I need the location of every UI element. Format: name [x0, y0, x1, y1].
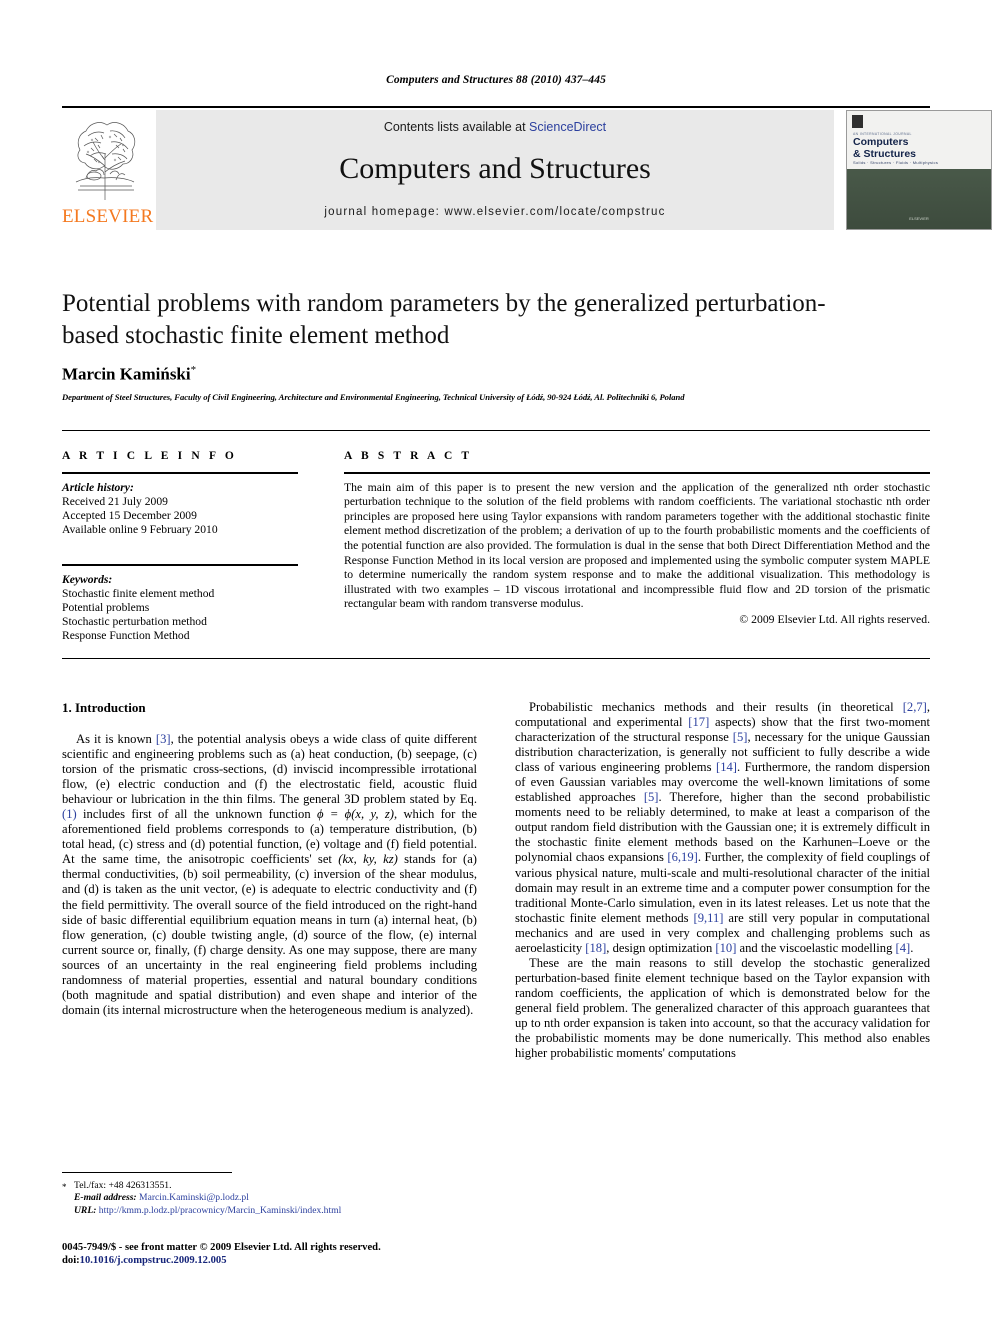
body-column-right: Probabilistic mechanics methods and thei… — [515, 700, 930, 1061]
abstract-text: The main aim of this paper is to present… — [344, 480, 930, 611]
keyword-item: Stochastic perturbation method — [62, 615, 207, 629]
sciencedirect-link[interactable]: ScienceDirect — [529, 120, 606, 134]
footnote-tel: Tel./fax: +48 426313551. — [74, 1180, 172, 1191]
abstract-column: A B S T R A C T The main aim of this pap… — [344, 450, 930, 626]
rp-k: . — [910, 940, 914, 955]
rp-a: Probabilistic mechanics methods and thei… — [529, 700, 903, 714]
equation-ref[interactable]: (1) — [62, 807, 77, 821]
citation-ref[interactable]: [2,7] — [903, 700, 927, 714]
url-link[interactable]: http://kmm.p.lodz.pl/pracownicy/Marcin_K… — [99, 1205, 341, 1216]
history-accepted: Accepted 15 December 2009 — [62, 508, 197, 522]
footnote-url-line: URL: http://kmm.p.lodz.pl/pracownicy/Mar… — [74, 1205, 482, 1217]
page-title: Potential problems with random parameter… — [62, 290, 826, 349]
cover-subtitle: Solids · Structures · Fluids · Multiphys… — [853, 160, 939, 165]
journal-masthead: ELSEVIER Contents lists available at Sci… — [62, 106, 992, 230]
intro-paragraph-left: As it is known [3], the potential analys… — [62, 732, 477, 1018]
citation-ref[interactable]: [6,19] — [667, 850, 697, 864]
citation-ref[interactable]: [18] — [585, 941, 606, 955]
citation-ref[interactable]: [10] — [715, 941, 736, 955]
keywords-rule — [62, 564, 298, 566]
doi-value[interactable]: 10.1016/j.compstruc.2009.12.005 — [80, 1255, 227, 1266]
footnote-rule — [62, 1172, 232, 1173]
math-phi: ϕ = ϕ(x, y, z) — [316, 807, 394, 822]
body-column-left: 1. Introduction As it is known [3], the … — [62, 700, 477, 1018]
author-name: Marcin Kamiński* — [62, 364, 872, 385]
citation-ref[interactable]: [14] — [716, 760, 737, 774]
paper-page: Computers and Structures 88 (2010) 437–4… — [0, 0, 992, 1323]
journal-homepage-link[interactable]: journal homepage: www.elsevier.com/locat… — [156, 206, 834, 218]
cover-journal-name: Computers & Structures — [853, 136, 917, 160]
cover-name-line2: & Structures — [853, 147, 917, 160]
rp-i: , design optimization — [606, 940, 716, 955]
article-info-column: A R T I C L E I N F O Article history: R… — [62, 450, 298, 644]
article-info-rule — [62, 472, 298, 474]
abstract-heading: A B S T R A C T — [344, 450, 473, 462]
keyword-item: Response Function Method — [62, 629, 190, 643]
info-top-rule — [62, 430, 930, 431]
right-paragraph-1: Probabilistic mechanics methods and thei… — [515, 700, 930, 956]
article-history-heading: Article history: — [62, 480, 134, 494]
info-bottom-rule — [62, 658, 930, 659]
article-info-heading: A R T I C L E I N F O — [62, 450, 237, 462]
contents-prefix: Contents lists available at — [383, 120, 530, 134]
footnote-marker: * — [62, 1182, 67, 1192]
citation-ref[interactable]: [17] — [688, 715, 709, 729]
issn-copyright-block: 0045-7949/$ - see front matter © 2009 El… — [62, 1241, 562, 1267]
section-heading-introduction: 1. Introduction — [62, 700, 146, 715]
elsevier-logo: ELSEVIER — [62, 112, 154, 230]
elsevier-tree-icon — [66, 114, 144, 202]
author-label: Marcin Kamiński — [62, 364, 191, 384]
url-label: URL: — [74, 1204, 97, 1216]
footnote-lines: Tel./fax: +48 426313551. E-mail address:… — [74, 1180, 482, 1217]
citation-ref[interactable]: [5] — [733, 730, 748, 744]
cover-top-panel: AN INTERNATIONAL JOURNAL Computers & Str… — [847, 111, 991, 169]
author-footnote-marker: * — [190, 364, 197, 376]
citation-ref[interactable]: [5] — [644, 790, 659, 804]
email-link[interactable]: Marcin.Kaminski@p.lodz.pl — [139, 1192, 249, 1203]
math-k-set: (kx, ky, kz) — [338, 852, 398, 867]
intro-text-a: As it is known — [76, 732, 156, 746]
masthead-band: Contents lists available at ScienceDirec… — [156, 110, 834, 230]
cover-footer-mark: ELSEVIER — [909, 216, 929, 221]
footnote-block: * Tel./fax: +48 426313551. E-mail addres… — [62, 1180, 482, 1217]
history-received: Received 21 July 2009 — [62, 494, 168, 508]
cover-publisher-mark — [852, 115, 863, 128]
keyword-item: Stochastic finite element method — [62, 586, 215, 600]
abstract-copyright: © 2009 Elsevier Ltd. All rights reserved… — [739, 612, 930, 626]
contents-available-line: Contents lists available at ScienceDirec… — [156, 120, 834, 134]
keyword-item: Potential problems — [62, 601, 150, 614]
rp-j: and the viscoelastic modelling — [736, 940, 896, 955]
doi-label: doi: — [62, 1255, 80, 1266]
citation-ref[interactable]: [9,11] — [694, 911, 724, 925]
intro-text-e: stands for (a) thermal conductivities, (… — [62, 852, 477, 1017]
doi-line: doi:10.1016/j.compstruc.2009.12.005 — [62, 1254, 562, 1267]
masthead-top-rule — [62, 106, 930, 108]
running-head: Computers and Structures 88 (2010) 437–4… — [386, 74, 606, 86]
keywords-heading: Keywords: — [62, 572, 113, 586]
intro-text-c: includes first of all the unknown functi… — [76, 807, 317, 822]
citation-ref[interactable]: [3] — [156, 732, 171, 746]
citation-ref[interactable]: [4] — [896, 941, 911, 955]
cover-name-line1: Computers — [853, 136, 909, 148]
history-online: Available online 9 February 2010 — [62, 523, 218, 536]
email-label: E-mail address: — [74, 1192, 137, 1204]
elsevier-wordmark: ELSEVIER — [62, 206, 154, 227]
right-paragraph-2: These are the main reasons to still deve… — [515, 955, 930, 1061]
issn-line: 0045-7949/$ - see front matter © 2009 El… — [62, 1242, 381, 1253]
journal-cover-thumbnail: AN INTERNATIONAL JOURNAL Computers & Str… — [846, 110, 992, 230]
author-affiliation: Department of Steel Structures, Faculty … — [62, 392, 685, 402]
footnote-email-line: E-mail address: Marcin.Kaminski@p.lodz.p… — [74, 1192, 482, 1204]
abstract-rule — [344, 472, 930, 474]
journal-title: Computers and Structures — [339, 152, 651, 185]
